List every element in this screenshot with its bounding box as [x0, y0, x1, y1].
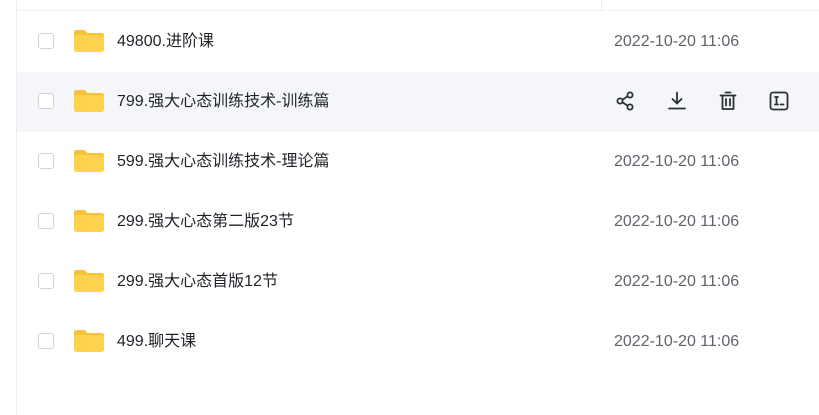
file-name[interactable]: 299.强大心态首版12节 [117, 252, 278, 312]
folder-icon [73, 209, 105, 233]
header-column-divider [601, 0, 602, 10]
row-checkbox[interactable] [38, 93, 54, 109]
file-modified-time: 2022-10-20 11:06 [614, 273, 740, 290]
trash-icon[interactable] [716, 89, 740, 113]
file-row-hovered[interactable]: 799.强大心态训练技术-训练篇 [17, 72, 819, 132]
folder-icon [73, 29, 105, 53]
file-row[interactable]: 299.强大心态第二版23节 2022-10-20 11:06 [17, 192, 819, 252]
file-name[interactable]: 49800.进阶课 [117, 12, 214, 72]
rename-icon[interactable] [767, 89, 791, 113]
folder-icon [73, 89, 105, 113]
file-row[interactable]: 299.强大心态首版12节 2022-10-20 11:06 [17, 252, 819, 312]
row-checkbox[interactable] [38, 213, 54, 229]
file-list-panel: 49800.进阶课 2022-10-20 11:06 799.强大心态训练技术-… [0, 0, 819, 415]
share-icon[interactable] [613, 89, 637, 113]
row-checkbox[interactable] [38, 273, 54, 289]
file-row[interactable]: 499.聊天课 2022-10-20 11:06 [17, 312, 819, 372]
folder-icon [73, 269, 105, 293]
row-checkbox[interactable] [38, 153, 54, 169]
file-modified-time: 2022-10-20 11:06 [614, 33, 740, 50]
file-name[interactable]: 599.强大心态训练技术-理论篇 [117, 132, 329, 192]
folder-icon [73, 149, 105, 173]
file-row[interactable]: 599.强大心态训练技术-理论篇 2022-10-20 11:06 [17, 132, 819, 192]
file-list: 49800.进阶课 2022-10-20 11:06 799.强大心态训练技术-… [17, 12, 819, 372]
row-checkbox[interactable] [38, 333, 54, 349]
file-row[interactable]: 49800.进阶课 2022-10-20 11:06 [17, 12, 819, 72]
download-icon[interactable] [665, 89, 689, 113]
list-header-strip [17, 0, 819, 11]
file-name[interactable]: 299.强大心态第二版23节 [117, 192, 294, 252]
file-modified-time: 2022-10-20 11:06 [614, 213, 740, 230]
folder-icon [73, 329, 105, 353]
file-name[interactable]: 499.聊天课 [117, 312, 196, 372]
file-modified-time: 2022-10-20 11:06 [614, 333, 740, 350]
row-checkbox[interactable] [38, 33, 54, 49]
file-modified-time: 2022-10-20 11:06 [614, 153, 740, 170]
file-name[interactable]: 799.强大心态训练技术-训练篇 [117, 72, 329, 132]
